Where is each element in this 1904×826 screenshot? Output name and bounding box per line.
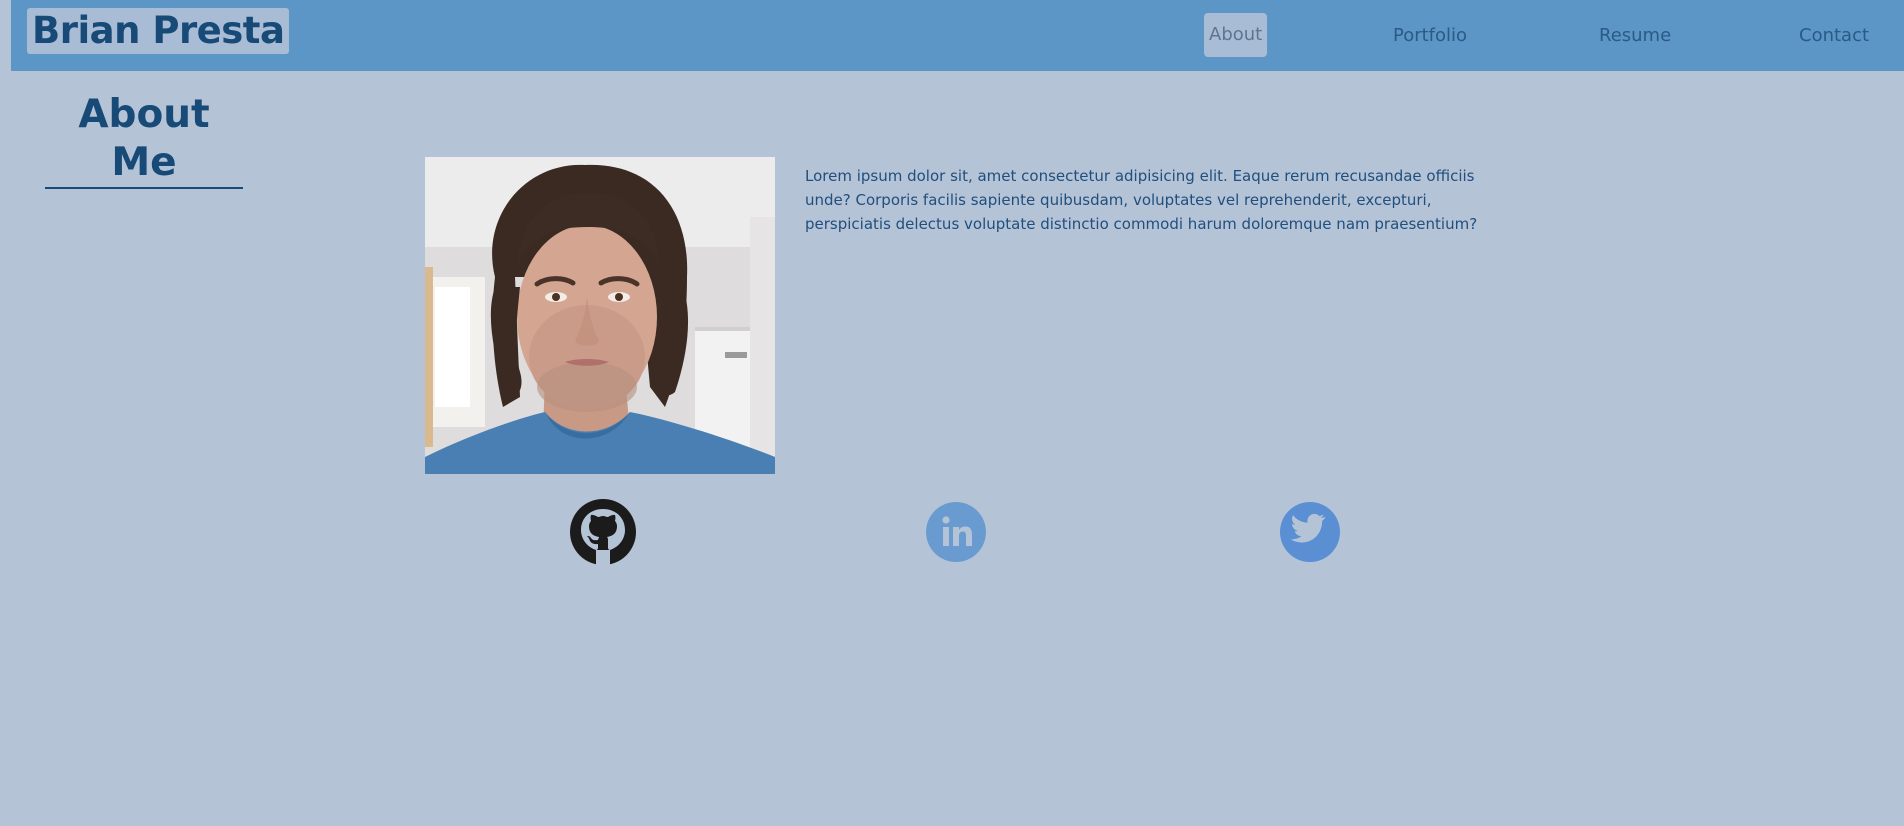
linkedin-icon — [926, 502, 986, 562]
site-header: Brian Presta About Portfolio Resume Cont… — [11, 0, 1904, 71]
about-heading: About Me — [45, 91, 243, 189]
github-icon — [570, 499, 636, 565]
nav-resume[interactable]: Resume — [1599, 21, 1671, 51]
profile-photo — [425, 157, 775, 474]
nav-contact[interactable]: Contact — [1799, 21, 1869, 51]
nav-portfolio[interactable]: Portfolio — [1393, 21, 1467, 51]
twitter-icon — [1280, 502, 1340, 562]
nav-about[interactable]: About — [1204, 13, 1268, 57]
bio-text: Lorem ipsum dolor sit, amet consectetur … — [805, 167, 1478, 233]
twitter-link[interactable] — [1280, 502, 1340, 562]
github-link[interactable] — [570, 499, 636, 565]
page: Brian Presta About Portfolio Resume Cont… — [0, 0, 1904, 826]
brand-logo[interactable]: Brian Presta — [27, 8, 290, 54]
linkedin-link[interactable] — [926, 502, 986, 562]
